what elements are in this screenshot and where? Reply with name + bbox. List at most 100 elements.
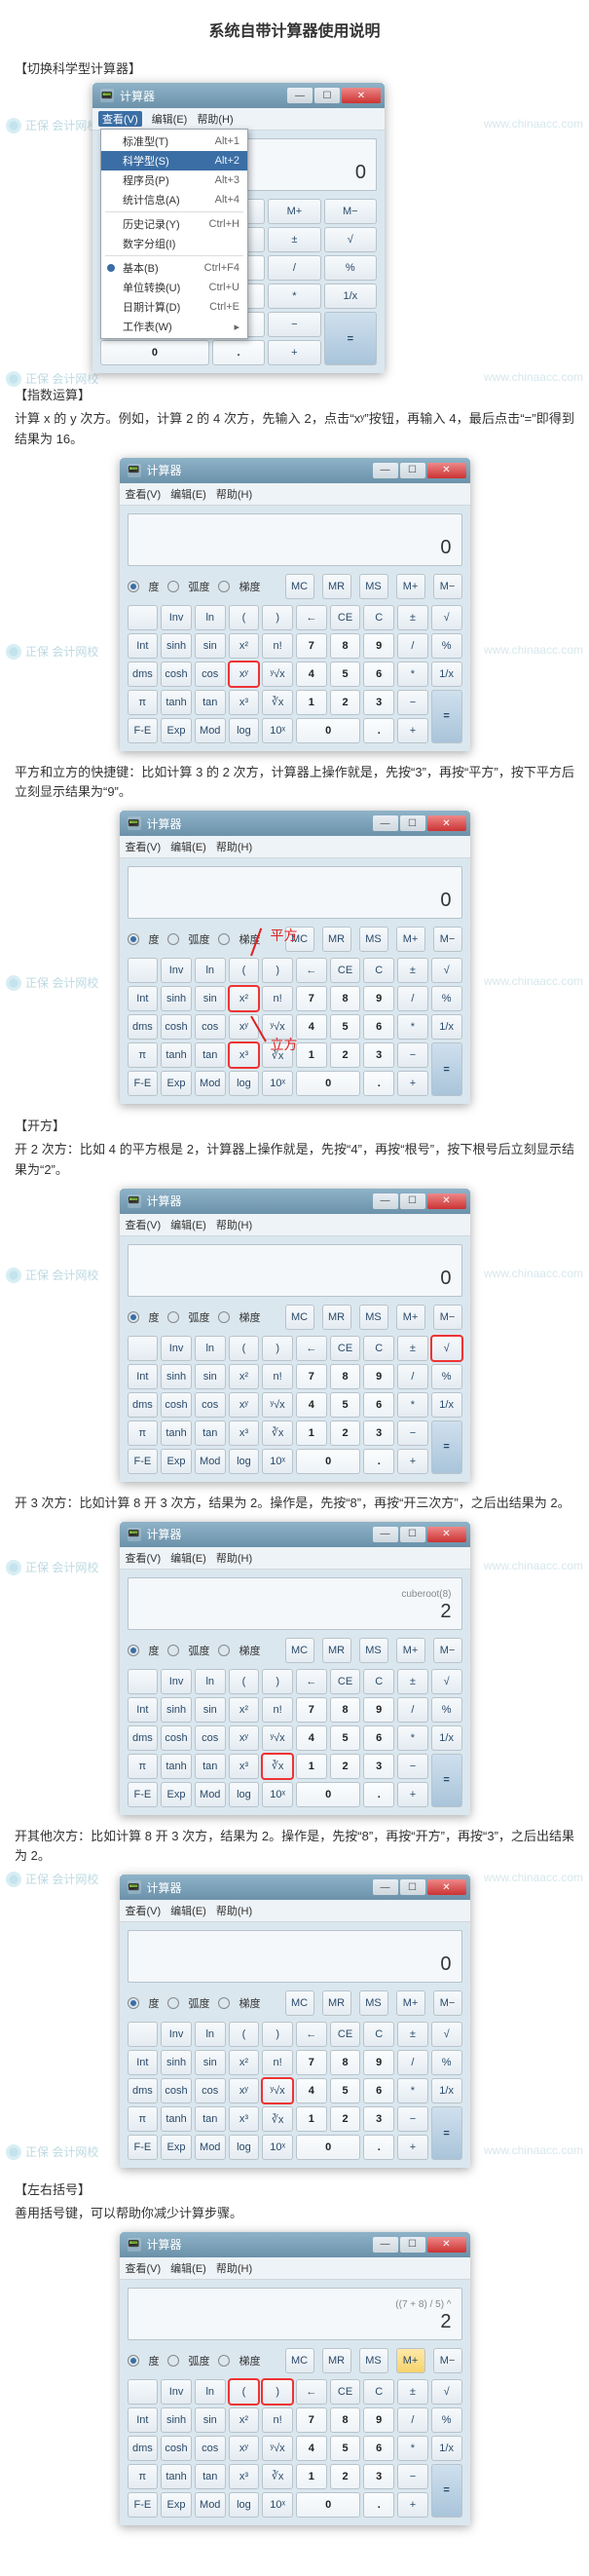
key-pi[interactable]: π — [128, 2464, 159, 2489]
key-ln[interactable]: ln — [195, 2379, 226, 2405]
key-inv[interactable]: Inv — [161, 1336, 192, 1361]
key-pct[interactable]: % — [324, 255, 377, 281]
key-3[interactable]: 3 — [363, 1421, 394, 1446]
key-0[interactable]: 0 — [296, 1071, 360, 1096]
radio-deg-icon[interactable] — [128, 1645, 139, 1656]
key-sqrt[interactable]: √ — [431, 1669, 462, 1694]
key-fe[interactable]: F-E — [128, 1449, 159, 1474]
key-1[interactable]: 1 — [296, 1042, 327, 1068]
minimize-button[interactable]: — — [373, 463, 398, 478]
key-fact[interactable]: n! — [262, 1364, 293, 1389]
key-y-root[interactable]: ʸ√x — [262, 1014, 293, 1040]
key-mul[interactable]: * — [397, 662, 428, 687]
key-6[interactable]: 6 — [363, 2436, 394, 2461]
key-tan[interactable]: tan — [195, 2106, 226, 2132]
key-c[interactable]: C — [363, 958, 394, 983]
key-8[interactable]: 8 — [330, 2407, 361, 2433]
key-ms[interactable]: MS — [359, 1305, 388, 1330]
key-mr[interactable]: MR — [322, 1638, 351, 1663]
key-exp[interactable]: Exp — [161, 1782, 192, 1807]
key-mminus[interactable]: M− — [433, 927, 462, 952]
key-int[interactable]: Int — [128, 2407, 159, 2433]
key-dms[interactable]: dms — [128, 2078, 159, 2103]
key-back[interactable]: ← — [296, 2379, 327, 2405]
key-mc[interactable]: MC — [285, 2348, 314, 2373]
key-mminus[interactable]: M− — [433, 574, 462, 599]
key-x-pow-y[interactable]: xʸ — [229, 2078, 260, 2103]
key-cosh[interactable]: cosh — [161, 1725, 192, 1751]
key-log[interactable]: log — [229, 1449, 260, 1474]
key-sin[interactable]: sin — [195, 1364, 226, 1389]
radio-rad-icon[interactable] — [167, 581, 179, 592]
key-y-root[interactable]: ʸ√x — [262, 1392, 293, 1418]
key-c[interactable]: C — [363, 605, 394, 630]
key-eq[interactable]: = — [324, 312, 377, 365]
minimize-button[interactable]: — — [373, 1879, 398, 1895]
key-sin[interactable]: sin — [195, 633, 226, 659]
maximize-button[interactable]: ☐ — [400, 2237, 425, 2253]
key-3[interactable]: 3 — [363, 690, 394, 715]
key-eq[interactable]: = — [431, 1754, 462, 1807]
key-pct[interactable]: % — [431, 1697, 462, 1723]
menu-view[interactable]: 查看(V) — [98, 111, 142, 127]
key-5[interactable]: 5 — [330, 2436, 361, 2461]
menu-edit[interactable]: 编辑(E) — [170, 486, 206, 502]
key-mr[interactable]: MR — [322, 1305, 351, 1330]
menu-digitgroup[interactable]: 数字分组(I) — [101, 234, 247, 253]
key-mc[interactable]: MC — [285, 574, 314, 599]
minimize-button[interactable]: — — [373, 815, 398, 831]
key-7[interactable]: 7 — [296, 1364, 327, 1389]
key-mod[interactable]: Mod — [195, 1071, 226, 1096]
key-dot[interactable]: . — [363, 2492, 394, 2518]
key-sub[interactable]: − — [397, 2106, 428, 2132]
key-sqrt[interactable]: √ — [431, 2379, 462, 2405]
key-ce[interactable]: CE — [330, 1336, 361, 1361]
key-x-squared[interactable]: x² — [229, 2050, 260, 2075]
key-7[interactable]: 7 — [296, 986, 327, 1011]
key-9[interactable]: 9 — [363, 1697, 394, 1723]
key-x-cubed[interactable]: x³ — [229, 1421, 260, 1446]
key-tanh[interactable]: tanh — [161, 1754, 192, 1779]
minimize-button[interactable]: — — [287, 88, 313, 103]
key-eq[interactable]: = — [431, 1042, 462, 1096]
key-mr[interactable]: MR — [322, 2348, 351, 2373]
key-fact[interactable]: n! — [262, 2407, 293, 2433]
key-sub[interactable]: − — [397, 1042, 428, 1068]
key-mc[interactable]: MC — [285, 1990, 314, 2016]
menu-view[interactable]: 查看(V) — [126, 486, 162, 502]
maximize-button[interactable]: ☐ — [400, 1193, 425, 1209]
key-mod[interactable]: Mod — [195, 1782, 226, 1807]
key-cube-root[interactable]: ∛x — [262, 2464, 293, 2489]
key-fe[interactable]: F-E — [128, 2492, 159, 2518]
key-fe[interactable]: F-E — [128, 2135, 159, 2160]
key-dms[interactable]: dms — [128, 662, 159, 687]
key-ms[interactable]: MS — [359, 1638, 388, 1663]
key-mminus[interactable]: M− — [433, 1990, 462, 2016]
key-eq[interactable]: = — [431, 2106, 462, 2160]
key-pi[interactable]: π — [128, 690, 159, 715]
key-2[interactable]: 2 — [330, 2106, 361, 2132]
key-ce[interactable]: CE — [330, 2022, 361, 2047]
key-mod[interactable]: Mod — [195, 718, 226, 743]
key-log[interactable]: log — [229, 718, 260, 743]
menu-basic[interactable]: 基本(B)Ctrl+F4 — [101, 258, 247, 278]
key-6[interactable]: 6 — [363, 2078, 394, 2103]
key-neg[interactable]: ± — [397, 1669, 428, 1694]
key-mul[interactable]: * — [397, 1392, 428, 1418]
key-eq[interactable]: = — [431, 1421, 462, 1474]
key-pi[interactable]: π — [128, 2106, 159, 2132]
key-mminus[interactable]: M− — [433, 2348, 462, 2373]
key-x-squared[interactable]: x² — [229, 1364, 260, 1389]
key-8[interactable]: 8 — [330, 1364, 361, 1389]
key-3[interactable]: 3 — [363, 1754, 394, 1779]
radio-rad-icon[interactable] — [167, 1997, 179, 2009]
key-cube-root[interactable]: ∛x — [262, 2106, 293, 2132]
key-recip[interactable]: 1/x — [431, 2436, 462, 2461]
key-sub[interactable]: − — [397, 1754, 428, 1779]
menu-help[interactable]: 帮助(H) — [216, 1217, 252, 1232]
key-mr[interactable]: MR — [322, 574, 351, 599]
key-0[interactable]: 0 — [296, 1449, 360, 1474]
close-button[interactable]: ✕ — [427, 463, 466, 478]
key-ln[interactable]: ln — [195, 1336, 226, 1361]
key-x-pow-y[interactable]: xʸ — [229, 1392, 260, 1418]
